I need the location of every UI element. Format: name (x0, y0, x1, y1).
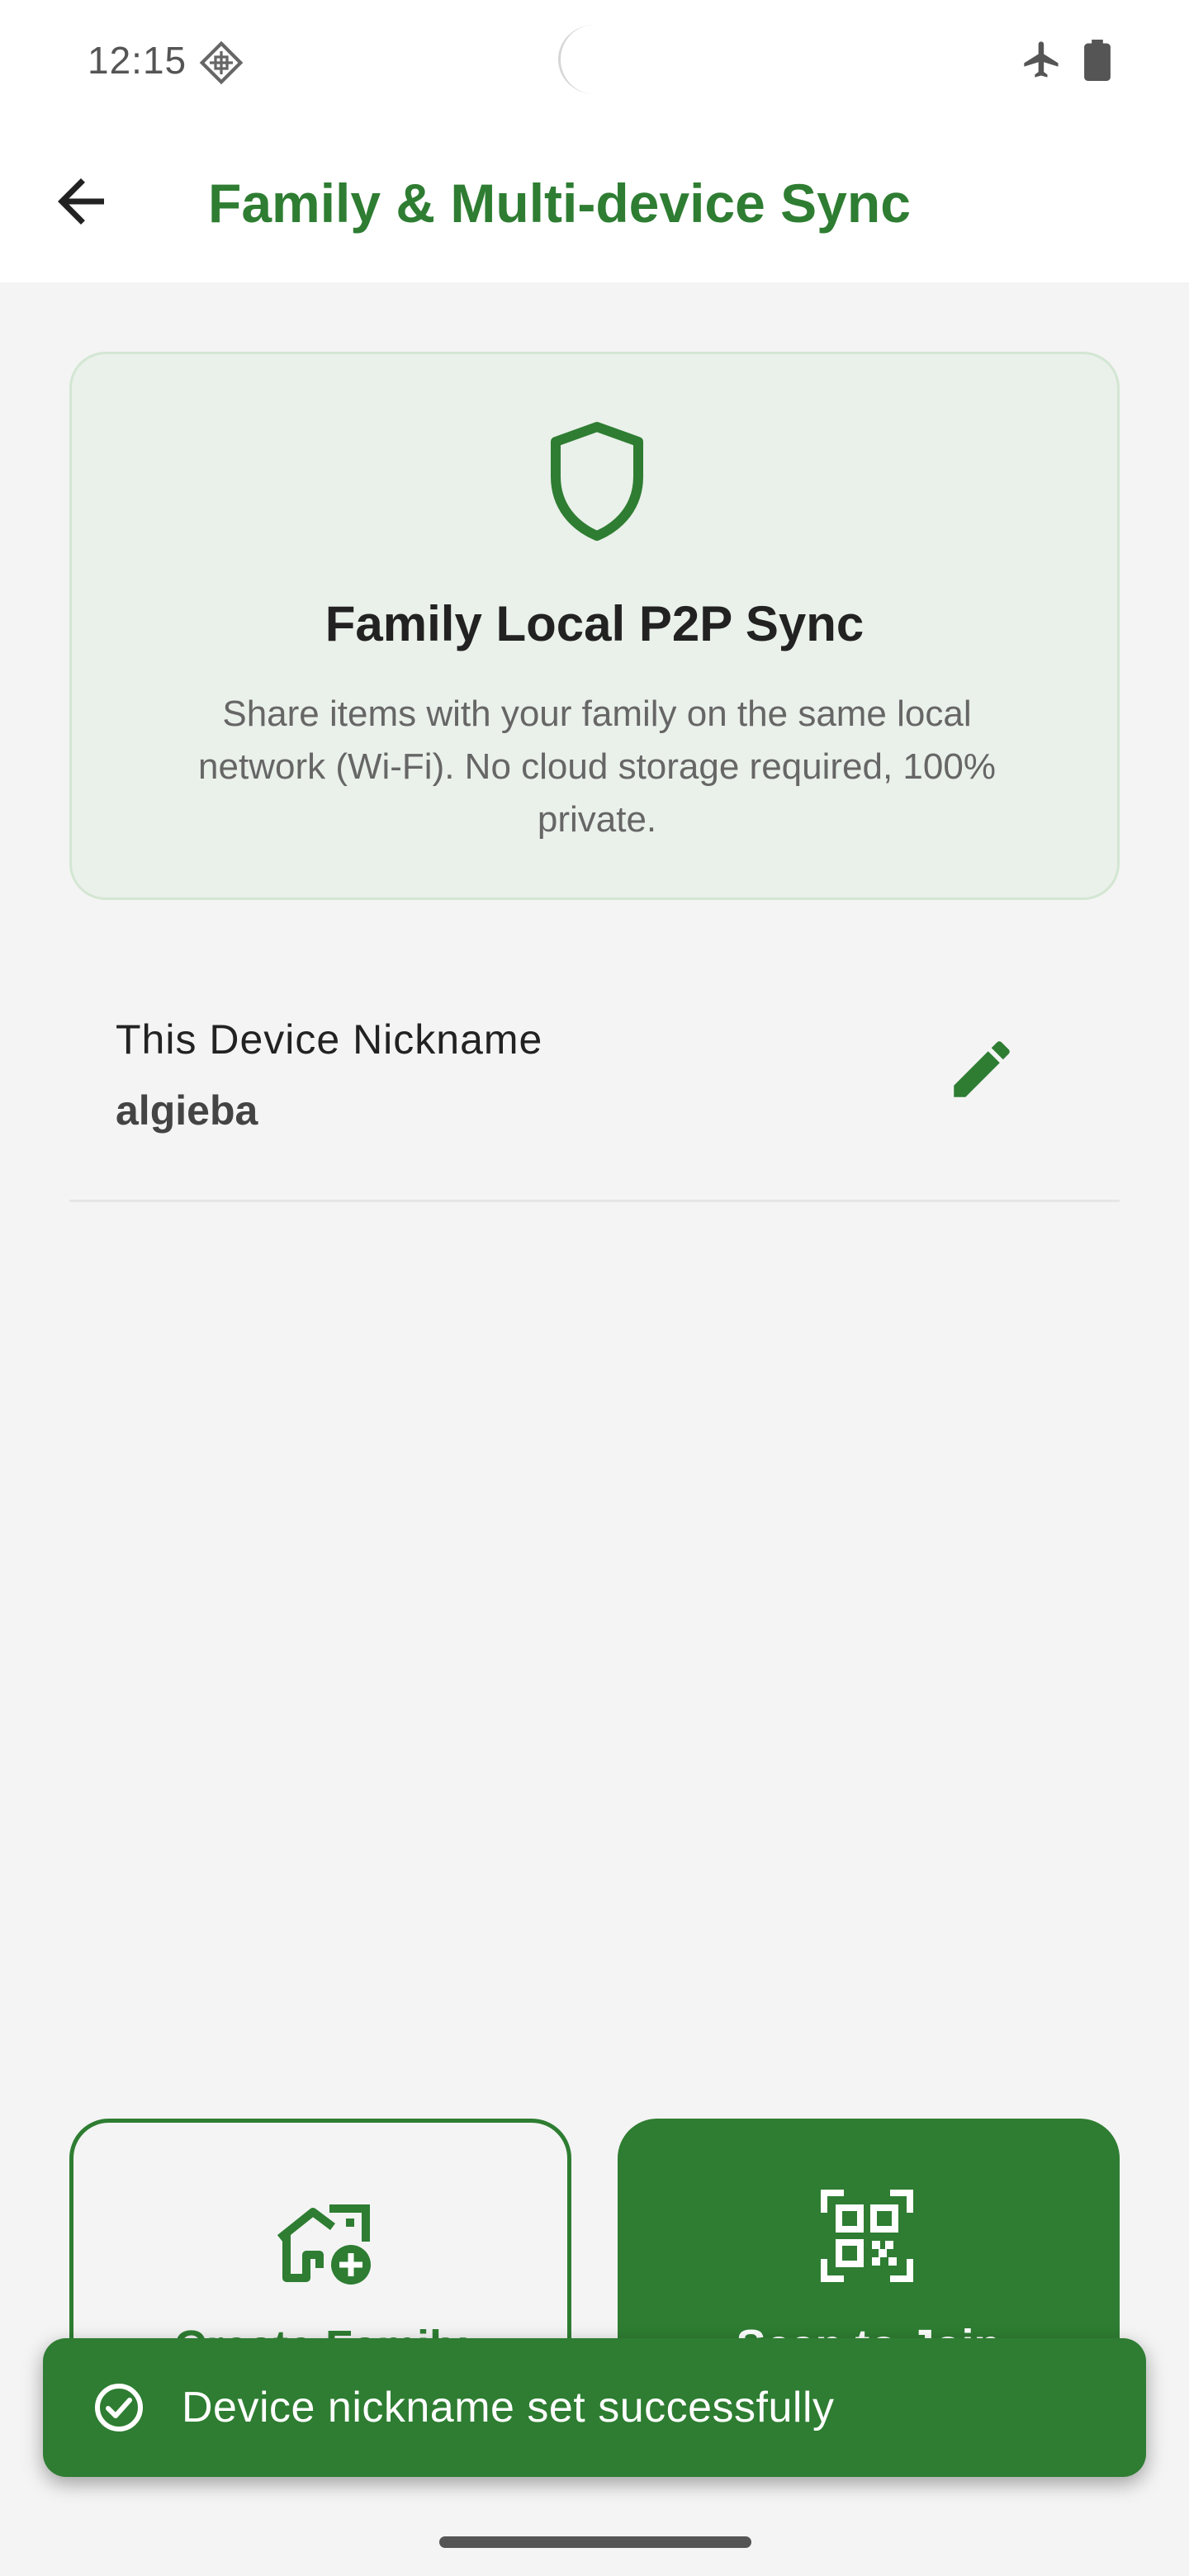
nickname-label: This Device Nickname (116, 1016, 543, 1063)
snackbar-message: Device nickname set successfully (182, 2384, 835, 2432)
card-description: Share items with your family on the same… (198, 694, 996, 840)
app-bar: Family & Multi-device Sync (0, 119, 1189, 282)
qr-code-scan-icon (821, 2190, 913, 2282)
device-nickname-row[interactable]: This Device Nickname algieba (69, 958, 1120, 1202)
camera-cutout (558, 25, 631, 94)
info-card: Family Local P2P Sync Share items with y… (69, 352, 1120, 900)
arrow-back-icon[interactable] (46, 167, 116, 236)
home-indicator[interactable] (439, 2536, 751, 2548)
airplane-icon (1024, 41, 1059, 78)
status-bar: 12:15 (0, 0, 1189, 119)
nickname-value: algieba (116, 1087, 258, 1134)
status-time: 12:15 (88, 39, 187, 82)
card-title: Family Local P2P Sync (324, 596, 865, 651)
diamond-grid-icon (199, 40, 244, 85)
shield-icon (551, 422, 643, 541)
check-circle-icon (95, 2384, 143, 2432)
home-add-icon (277, 2204, 371, 2285)
battery-icon (1084, 40, 1111, 81)
snackbar: Device nickname set successfully (43, 2338, 1146, 2477)
pencil-icon[interactable] (945, 1032, 1019, 1106)
page-title: Family & Multi-device Sync (208, 173, 911, 234)
